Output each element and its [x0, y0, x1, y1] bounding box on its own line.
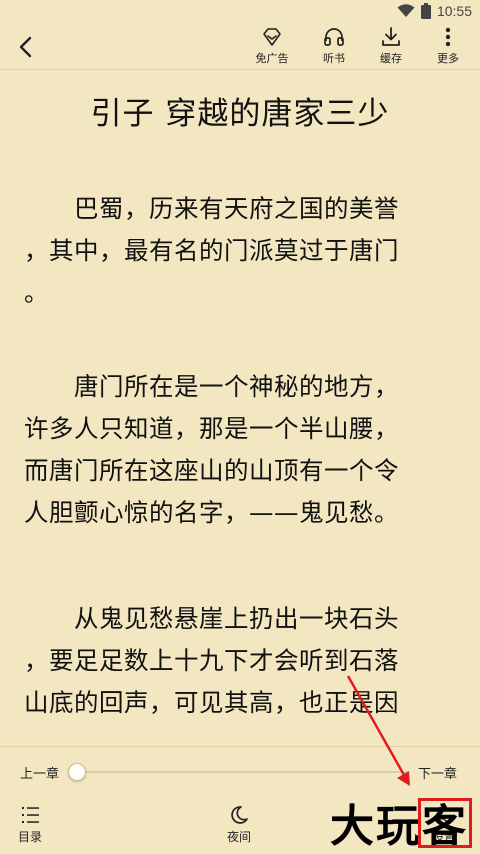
status-time: 10:55 — [436, 3, 472, 19]
next-chapter-button[interactable]: 下一章 — [418, 763, 457, 782]
text-line: 。 — [24, 278, 49, 307]
reading-content[interactable]: 引子 穿越的唐家三少 巴蜀，历来有天府之国的美誉 ，其中，最有名的门派莫过于唐门… — [0, 70, 480, 746]
prev-chapter-button[interactable]: 上一章 — [20, 763, 59, 782]
more-label: 更多 — [437, 52, 459, 65]
list-icon — [22, 807, 39, 823]
moon-icon — [231, 806, 248, 824]
text-line: ，要足足数上十九下才会听到石落 — [24, 646, 399, 675]
text-line: 山底的回声，可见其高，也正是因 — [24, 688, 399, 717]
cache-label: 缓存 — [380, 52, 402, 65]
text-line: 巴蜀，历来有天府之国的美誉 — [24, 194, 399, 223]
download-icon — [382, 27, 400, 46]
back-arrow-icon[interactable] — [14, 34, 40, 60]
more-button[interactable]: 更多 — [423, 26, 473, 68]
diamond-icon — [263, 28, 281, 46]
progress-slider-track[interactable] — [78, 771, 408, 773]
no-ads-button[interactable]: 免广告 — [247, 26, 297, 68]
progress-slider-thumb[interactable] — [68, 763, 86, 781]
highlight-box — [418, 798, 472, 848]
text-line: 而唐门所在这座山的山顶有一个令 — [24, 456, 399, 485]
cache-button[interactable]: 缓存 — [366, 26, 416, 68]
paragraph-3: 从鬼见愁悬崖上扔出一块石头 ，要足足数上十九下才会听到石落 山底的回声，可见其高… — [24, 598, 460, 724]
status-bar: 10:55 — [0, 0, 480, 24]
paragraph-2: 唐门所在是一个神秘的地方， 许多人只知道，那是一个半山腰， 而唐门所在这座山的山… — [24, 366, 460, 534]
paragraph-1: 巴蜀，历来有天府之国的美誉 ，其中，最有名的门派莫过于唐门 。 — [24, 188, 460, 314]
catalog-label: 目录 — [18, 830, 43, 844]
text-line: 许多人只知道，那是一个半山腰， — [24, 414, 399, 443]
wifi-icon — [397, 4, 415, 17]
reader-toolbar: 免广告 听书 缓存 更多 — [0, 24, 480, 70]
text-line: ，其中，最有名的门派莫过于唐门 — [24, 236, 399, 265]
catalog-button[interactable]: 目录 — [18, 805, 42, 845]
text-line: 唐门所在是一个神秘的地方， — [24, 372, 399, 401]
battery-icon — [420, 3, 431, 19]
night-mode-button[interactable]: 夜间 — [227, 805, 251, 845]
listen-button[interactable]: 听书 — [309, 26, 359, 68]
no-ads-label: 免广告 — [255, 52, 289, 65]
night-label: 夜间 — [227, 830, 252, 844]
chapter-title: 引子 穿越的唐家三少 — [90, 96, 390, 132]
text-line: 从鬼见愁悬崖上扔出一块石头 — [24, 604, 399, 633]
text-line: 人胆颤心惊的名字，——鬼见愁。 — [24, 498, 399, 527]
more-vertical-icon — [445, 27, 451, 47]
listen-label: 听书 — [323, 52, 345, 65]
headphones-icon — [324, 28, 344, 46]
